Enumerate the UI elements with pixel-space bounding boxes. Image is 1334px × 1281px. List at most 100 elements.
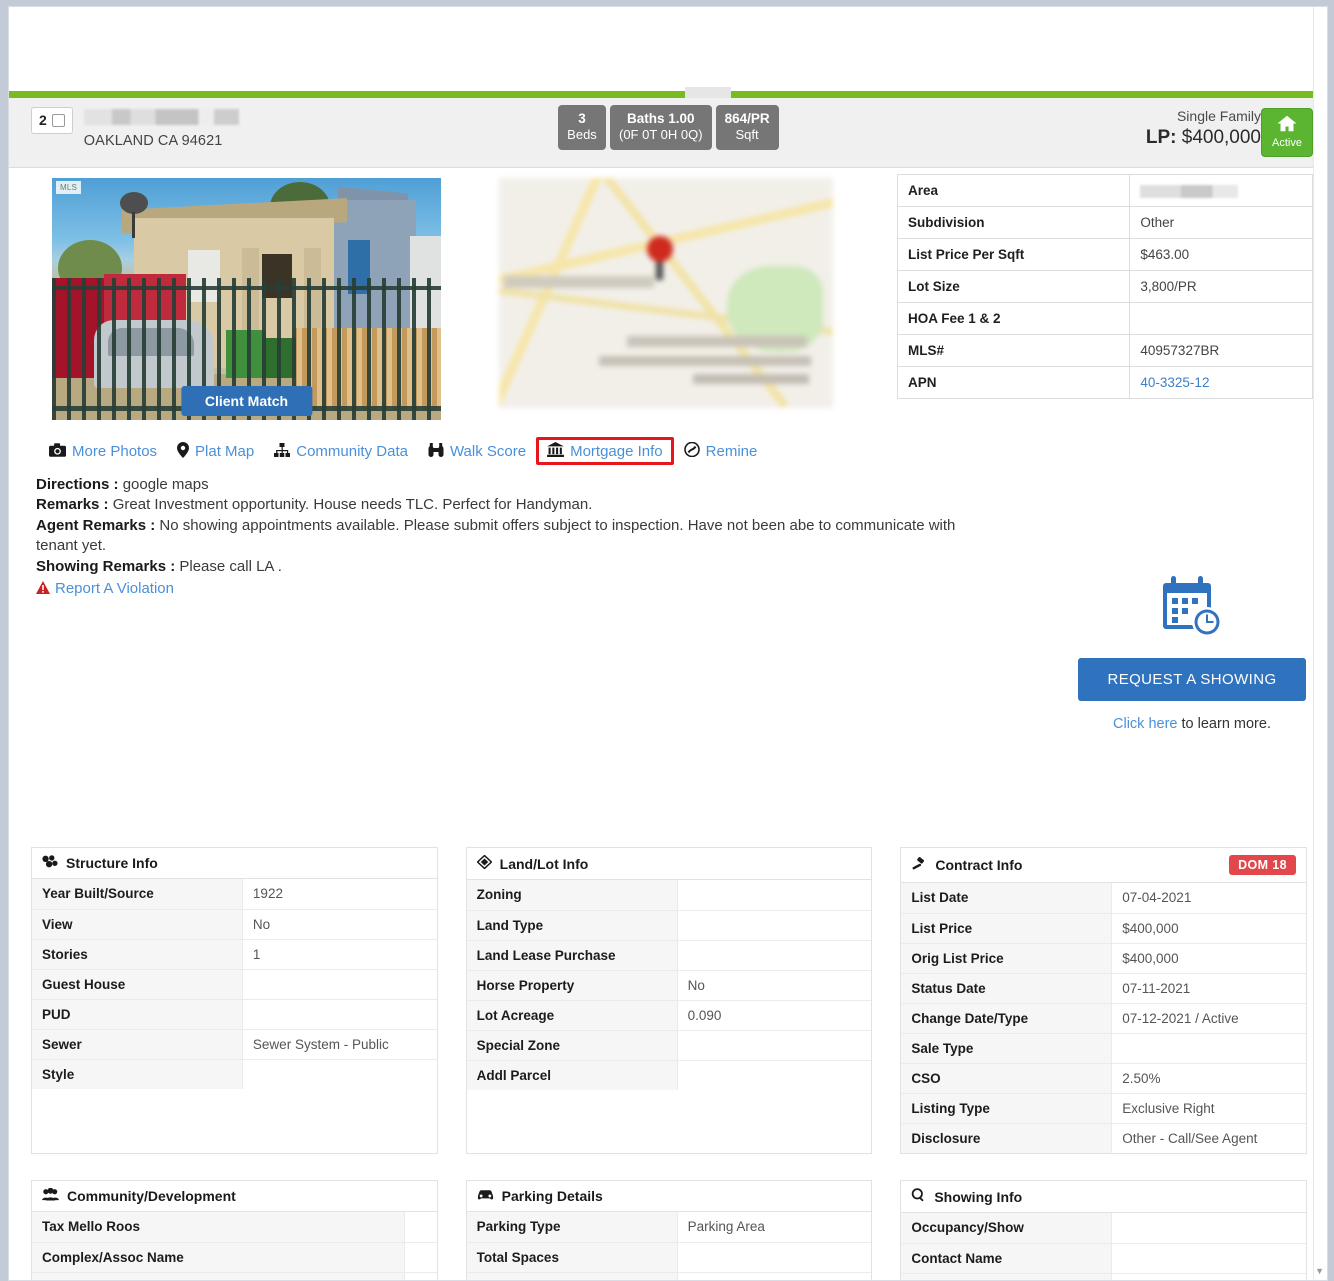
section-header: Land/Lot Info — [466, 848, 872, 880]
row-key: Special Zone — [466, 1030, 678, 1061]
calendar-clock-icon — [1067, 575, 1317, 644]
link-plat-map[interactable]: Plat Map — [167, 438, 264, 465]
row-key: Year Built/Source — [32, 879, 243, 910]
row-value: $400,000 — [1111, 913, 1307, 944]
structure-icon — [42, 855, 58, 871]
row-value — [677, 1060, 872, 1090]
table-row: Assoc Amenities — [32, 1272, 437, 1280]
row-key: Contact Phone — [901, 1273, 1113, 1280]
row-value — [677, 1242, 872, 1273]
row-key: CSO — [901, 1063, 1113, 1094]
table-row: Total Spaces — [466, 1242, 872, 1273]
row-value — [677, 880, 872, 911]
learn-more-line: Click here to learn more. — [1067, 716, 1317, 732]
click-here-link[interactable]: Click here — [1113, 716, 1177, 732]
showing-info-table: Occupancy/Show Contact Name Contact Phon… — [901, 1213, 1307, 1280]
listing-select-box[interactable]: 2 — [31, 107, 73, 134]
row-key: Stories — [32, 939, 243, 970]
camera-icon — [49, 442, 66, 460]
row-key: List Date — [901, 883, 1113, 914]
row-value: No — [242, 909, 437, 940]
link-label: Remine — [705, 442, 758, 460]
remine-icon — [683, 441, 700, 460]
table-row: Disclosure Other - Call/See Agent — [901, 1123, 1307, 1153]
table-row: Subdivision Other — [896, 206, 1313, 239]
tab-notch — [685, 87, 731, 98]
row-key: Complex/Assoc Name — [32, 1242, 405, 1273]
row-value — [677, 910, 872, 941]
property-photo[interactable]: MLS Client Match — [52, 178, 441, 420]
row-key: Addl Parcel — [466, 1060, 678, 1090]
row-value: $400,000 — [1111, 943, 1307, 974]
row-key: Disclosure — [901, 1123, 1113, 1153]
section-parking-details: Parking Details Parking Type Parking Area… — [465, 1180, 873, 1280]
section-title-wrap: Showing Info — [911, 1188, 1022, 1205]
page-scrollbar[interactable]: ▼ — [1313, 7, 1327, 1280]
row-value — [404, 1272, 437, 1280]
table-row: Style — [32, 1059, 437, 1089]
section-header: Structure Info — [32, 848, 437, 879]
listing-sequence-number: 2 — [39, 112, 47, 128]
row-key: Covered Spaces — [466, 1272, 678, 1280]
row-key: Land Type — [466, 910, 678, 941]
directions-label: Directions : — [36, 476, 119, 493]
remarks-label: Remarks : — [36, 496, 109, 514]
row-value — [242, 969, 437, 1000]
beds-count: 3 — [578, 111, 586, 126]
request-showing-button[interactable]: REQUEST A SHOWING — [1078, 658, 1306, 701]
address-text: OAKLAND CA 94621 — [83, 107, 239, 149]
section-title-wrap: Contract Info — [911, 856, 1022, 874]
address-block: 2 OAKLAND CA 94621 — [31, 107, 239, 149]
table-row: Addl Parcel — [466, 1060, 872, 1090]
apn-link[interactable]: 40-3325-12 — [1140, 375, 1209, 390]
row-key: Tax Mello Roos — [32, 1212, 405, 1243]
city-state-zip: OAKLAND CA 94621 — [83, 133, 223, 149]
row-key: Zoning — [466, 880, 678, 911]
section-contract-info: Contract Info DOM 18 List Date 07-04-2021… — [900, 847, 1308, 1154]
row-key: Total Spaces — [466, 1242, 678, 1273]
table-row: Stories 1 — [32, 939, 437, 970]
remarks-block: Directions : google maps Remarks : Great… — [36, 475, 986, 600]
scroll-down-arrow-icon[interactable]: ▼ — [1315, 1266, 1324, 1276]
table-row: Parking Type Parking Area — [466, 1212, 872, 1243]
table-row: Contact Phone — [901, 1273, 1307, 1280]
listing-checkbox[interactable] — [51, 113, 65, 127]
property-type: Single Family — [1176, 108, 1261, 124]
warning-triangle-icon — [36, 580, 50, 599]
agent-remarks-label: Agent Remarks : — [36, 516, 156, 534]
report-violation-link[interactable]: Report A Violation — [36, 579, 174, 599]
row-key: Lot Acreage — [466, 1000, 678, 1031]
row-value — [404, 1242, 437, 1273]
link-more-photos[interactable]: More Photos — [39, 439, 167, 464]
table-row: List Date 07-04-2021 — [901, 883, 1307, 914]
row-value — [1111, 1243, 1307, 1274]
link-community-data[interactable]: Community Data — [264, 439, 418, 464]
table-row: MLS# 40957327BR — [896, 334, 1313, 367]
section-title: Parking Details — [501, 1188, 603, 1204]
row-value — [1111, 1213, 1307, 1244]
list-price-value: $400,000 — [1181, 126, 1261, 148]
section-header: Community/Development — [32, 1181, 437, 1212]
info-value-apn: 40-3325-12 — [1129, 366, 1313, 399]
list-price-line: LP: $400,000 — [1146, 127, 1261, 149]
link-remine[interactable]: Remine — [674, 438, 768, 464]
row-key: Occupancy/Show — [901, 1213, 1113, 1244]
status-badge[interactable]: Active — [1261, 108, 1313, 157]
map-pin-icon — [177, 441, 190, 461]
table-row: CSO 2.50% — [901, 1063, 1307, 1094]
row-key: Contact Name — [901, 1243, 1113, 1274]
section-title: Community/Development — [67, 1188, 236, 1204]
table-row: Sewer Sewer System - Public — [32, 1029, 437, 1060]
client-match-badge[interactable]: Client Match — [180, 386, 313, 416]
table-row: Zoning — [466, 880, 872, 911]
street-address-redacted — [83, 109, 239, 125]
link-mortgage-info[interactable]: Mortgage Info — [536, 437, 674, 465]
section-header: Showing Info — [901, 1181, 1307, 1213]
sections-row-2: Community/Development Tax Mello Roos Com… — [31, 1180, 1308, 1280]
page-top-whitespace — [9, 7, 1327, 91]
link-walk-score[interactable]: Walk Score — [418, 439, 536, 464]
location-map-thumbnail[interactable] — [499, 178, 833, 408]
photo-watermark: MLS — [56, 181, 82, 194]
row-key: Sale Type — [901, 1033, 1113, 1064]
row-value: Other - Call/See Agent — [1111, 1123, 1307, 1153]
